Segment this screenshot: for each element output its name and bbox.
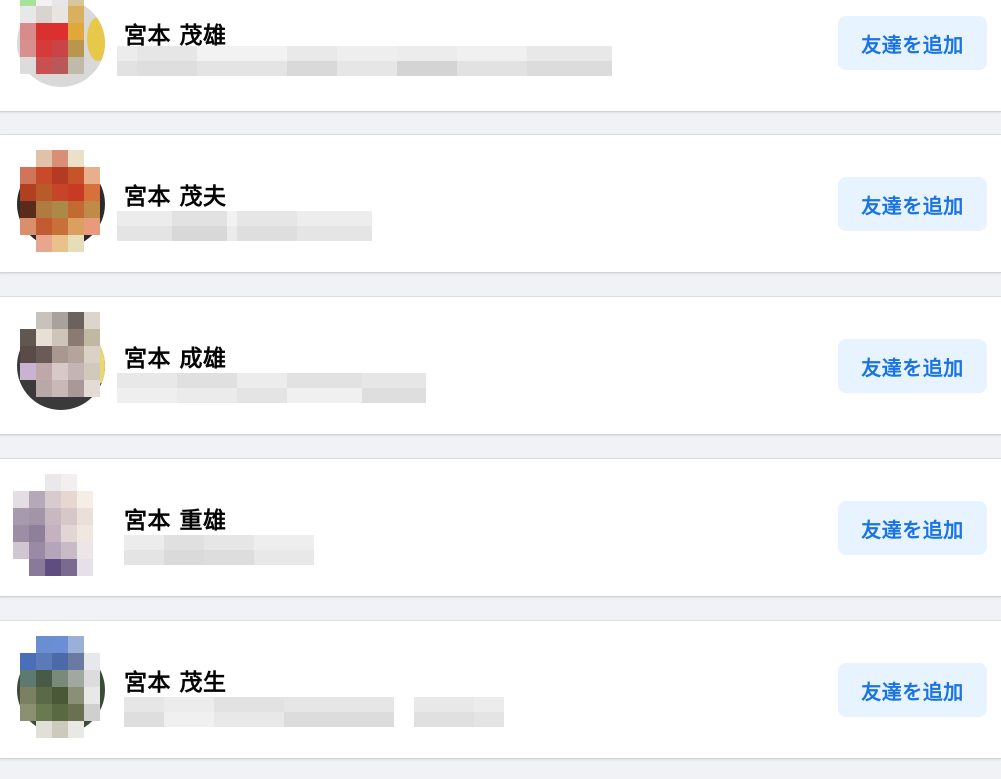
add-friend-button[interactable]: 友達を追加 (838, 16, 987, 70)
pixelated-photo (20, 0, 100, 91)
add-friend-button[interactable]: 友達を追加 (838, 339, 987, 393)
person-subtitle-blurred (117, 46, 612, 76)
person-name[interactable]: 宮本 成雄 (124, 339, 227, 373)
pixelated-photo (13, 474, 93, 576)
profile-avatar[interactable] (15, 636, 105, 738)
person-subtitle-blurred (124, 535, 314, 565)
person-subtitle-blurred (124, 697, 504, 727)
add-friend-button[interactable]: 友達を追加 (838, 177, 987, 231)
person-card[interactable]: 宮本 茂生 友達を追加 (0, 620, 1001, 759)
person-card[interactable]: 宮本 重雄 友達を追加 (0, 458, 1001, 597)
pixelated-photo (20, 636, 100, 738)
pixelated-photo (20, 150, 100, 252)
person-name[interactable]: 宮本 茂生 (124, 663, 227, 697)
add-friend-button[interactable]: 友達を追加 (838, 501, 987, 555)
person-name[interactable]: 宮本 茂雄 (124, 16, 227, 50)
profile-avatar[interactable] (15, 0, 105, 89)
person-subtitle-blurred (117, 211, 372, 241)
profile-avatar[interactable] (15, 312, 105, 412)
person-card[interactable]: 宮本 茂夫 友達を追加 (0, 134, 1001, 273)
profile-avatar[interactable] (15, 150, 105, 252)
pixelated-photo (20, 312, 100, 414)
person-card[interactable]: 宮本 茂雄 友達を追加 (0, 0, 1001, 112)
add-friend-button[interactable]: 友達を追加 (838, 663, 987, 717)
person-card[interactable]: 宮本 成雄 友達を追加 (0, 296, 1001, 435)
person-name[interactable]: 宮本 茂夫 (124, 177, 227, 211)
person-subtitle-blurred (117, 373, 426, 403)
profile-avatar[interactable] (13, 474, 105, 576)
person-name[interactable]: 宮本 重雄 (124, 501, 227, 535)
